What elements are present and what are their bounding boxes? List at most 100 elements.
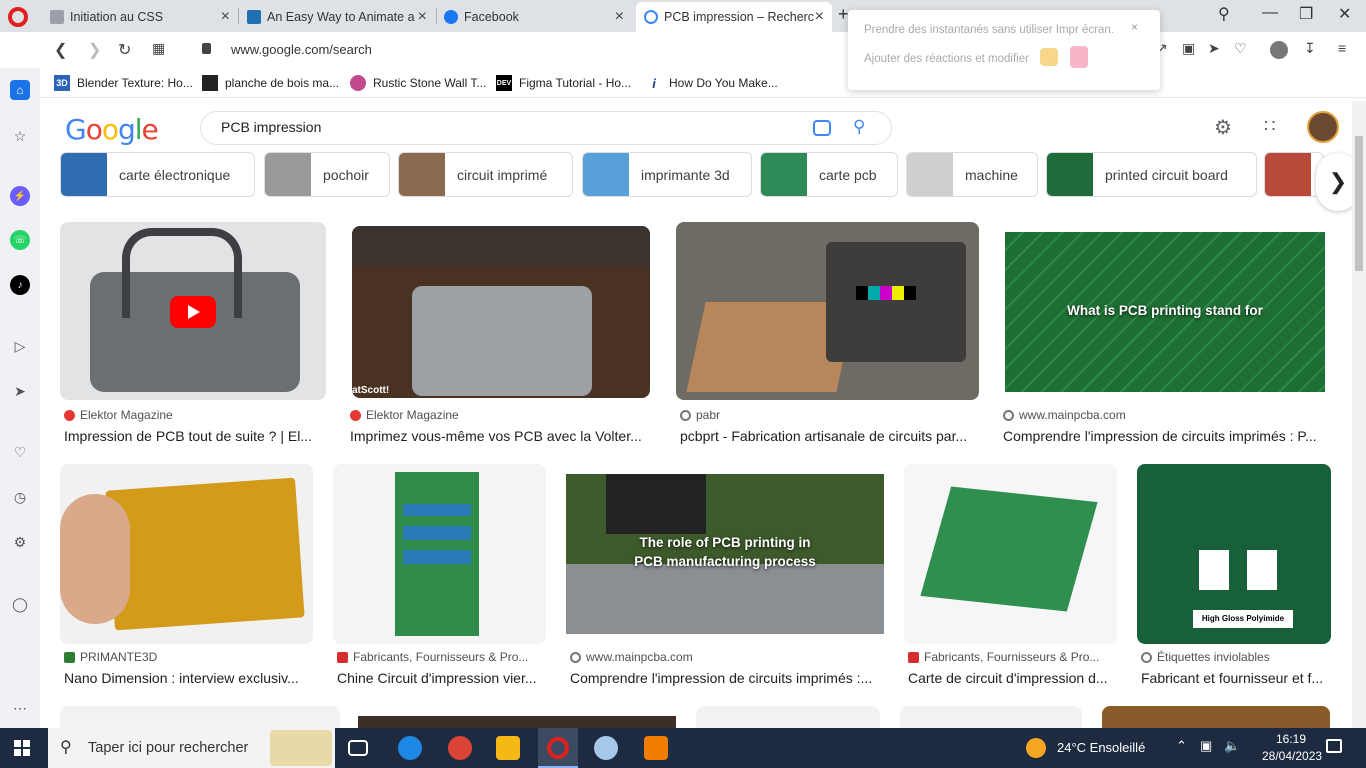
weather-text[interactable]: 24°C Ensoleillé bbox=[1057, 740, 1145, 755]
clock-time[interactable]: 16:19 bbox=[1276, 732, 1306, 746]
tabs-grid-icon[interactable]: ▦ bbox=[152, 40, 165, 57]
scrollbar-thumb[interactable] bbox=[1355, 136, 1363, 271]
tab-css[interactable]: Initiation au CSS × bbox=[42, 2, 238, 32]
result-image-partial[interactable] bbox=[1102, 706, 1330, 728]
chevron-up-icon[interactable]: ⌃ bbox=[1176, 738, 1187, 754]
lightbulb-icon[interactable]: ◯ bbox=[10, 594, 30, 614]
avatar[interactable] bbox=[1307, 111, 1339, 143]
clock-date[interactable]: 28/04/2023 bbox=[1262, 749, 1322, 763]
minimize-icon[interactable]: — bbox=[1262, 4, 1278, 22]
result-image[interactable] bbox=[60, 222, 326, 400]
close-window-icon[interactable]: ✕ bbox=[1338, 4, 1351, 24]
new-tab-button[interactable]: + bbox=[838, 4, 849, 25]
chrome-icon[interactable] bbox=[448, 736, 472, 760]
close-icon[interactable]: × bbox=[418, 8, 427, 26]
result-card[interactable]: Fabricants, Fournisseurs & Pro... Carte … bbox=[904, 464, 1117, 692]
taskbar-search[interactable]: ⚲ Taper ici pour rechercher bbox=[48, 728, 335, 768]
opera-logo-icon[interactable] bbox=[8, 7, 28, 27]
tab-facebook[interactable]: Facebook × bbox=[436, 2, 632, 32]
volume-icon[interactable]: 🔈 bbox=[1224, 738, 1240, 754]
send-icon[interactable]: ➤ bbox=[10, 381, 30, 401]
weather-sun-icon[interactable] bbox=[1026, 738, 1046, 758]
result-title[interactable]: Comprendre l'impression de circuits impr… bbox=[1003, 428, 1329, 444]
file-explorer-icon[interactable] bbox=[496, 736, 520, 760]
lens-icon[interactable] bbox=[813, 120, 831, 136]
bookmark-how[interactable]: i How Do You Make... bbox=[646, 75, 778, 91]
settings-icon[interactable]: ⚙ bbox=[10, 532, 30, 552]
back-icon[interactable]: ❮ bbox=[54, 40, 67, 60]
result-title[interactable]: Comprendre l'impression de circuits impr… bbox=[570, 670, 882, 686]
search-icon[interactable]: ⚲ bbox=[853, 117, 865, 137]
send-icon[interactable]: ➤ bbox=[1208, 40, 1220, 57]
result-card[interactable]: Elektor Magazine Impression de PCB tout … bbox=[60, 222, 326, 450]
notifications-icon[interactable] bbox=[1326, 739, 1342, 753]
whatsapp-icon[interactable]: ☏ bbox=[10, 230, 30, 250]
paint-icon[interactable] bbox=[594, 736, 618, 760]
maximize-icon[interactable]: ❐ bbox=[1299, 4, 1313, 24]
result-card[interactable]: Fabricants, Fournisseurs & Pro... Chine … bbox=[333, 464, 546, 692]
menu-icon[interactable]: ≡ bbox=[1338, 40, 1346, 56]
task-view-icon[interactable] bbox=[348, 740, 368, 756]
history-icon[interactable]: ◷ bbox=[10, 487, 30, 507]
edge-icon[interactable] bbox=[398, 736, 422, 760]
bookmark-figma[interactable]: DEV Figma Tutorial - Ho... bbox=[496, 75, 631, 91]
google-logo[interactable]: Google bbox=[65, 113, 159, 146]
result-image-partial[interactable] bbox=[696, 706, 880, 728]
settings-icon[interactable]: ⚙ bbox=[1214, 115, 1232, 140]
more-icon[interactable]: ⋯ bbox=[10, 698, 30, 718]
chip-partial[interactable] bbox=[1264, 152, 1324, 197]
close-icon[interactable]: × bbox=[221, 8, 230, 26]
result-image[interactable]: atScott! bbox=[352, 226, 650, 398]
result-card[interactable]: PRIMANTE3D Nano Dimension : interview ex… bbox=[60, 464, 313, 692]
lock-icon[interactable] bbox=[202, 43, 211, 54]
reload-icon[interactable]: ↻ bbox=[118, 40, 131, 60]
result-image[interactable]: High Gloss Polyimide bbox=[1137, 464, 1331, 644]
result-title[interactable]: Carte de circuit d'impression d... bbox=[908, 670, 1114, 686]
bookmark-blender[interactable]: 3D Blender Texture: Ho... bbox=[54, 75, 193, 91]
tab-animate[interactable]: An Easy Way to Animate a × bbox=[239, 2, 435, 32]
close-icon[interactable]: × bbox=[615, 8, 624, 26]
search-input[interactable] bbox=[221, 119, 781, 135]
download-icon[interactable]: ↧ bbox=[1304, 40, 1316, 57]
result-image-partial[interactable] bbox=[358, 716, 676, 728]
result-card[interactable]: atScott! Elektor Magazine Imprimez vous-… bbox=[346, 222, 652, 450]
chip-carte-pcb[interactable]: carte pcb bbox=[760, 152, 898, 197]
forward-icon[interactable]: ❯ bbox=[88, 40, 101, 60]
search-tabs-icon[interactable]: ⚲ bbox=[1218, 4, 1230, 24]
result-title[interactable]: Fabricant et fournisseur et f... bbox=[1141, 670, 1331, 686]
play-icon[interactable] bbox=[170, 296, 216, 328]
player-icon[interactable]: ▷ bbox=[10, 336, 30, 356]
result-title[interactable]: pcbprt - Fabrication artisanale de circu… bbox=[680, 428, 976, 444]
camera-icon[interactable]: ▣ bbox=[1182, 40, 1195, 57]
chip-imprimante-3d[interactable]: imprimante 3d bbox=[582, 152, 752, 197]
result-image[interactable] bbox=[60, 464, 313, 644]
result-image[interactable]: The role of PCB printing in PCB manufact… bbox=[566, 474, 884, 634]
star-icon[interactable]: ☆ bbox=[10, 126, 30, 146]
result-card[interactable]: High Gloss Polyimide Étiquettes inviolab… bbox=[1137, 464, 1331, 692]
result-title[interactable]: Impression de PCB tout de suite ? | El..… bbox=[64, 428, 320, 444]
result-card[interactable]: What is PCB printing stand for www.mainp… bbox=[999, 222, 1332, 450]
result-image[interactable] bbox=[333, 464, 546, 644]
sublime-icon[interactable] bbox=[644, 736, 668, 760]
tab-google[interactable]: PCB impression – Recherch × bbox=[636, 2, 832, 32]
tiktok-icon[interactable]: ♪ bbox=[10, 275, 30, 295]
close-icon[interactable]: × bbox=[815, 8, 824, 26]
result-image[interactable]: What is PCB printing stand for bbox=[1005, 232, 1325, 392]
result-image[interactable] bbox=[904, 464, 1117, 644]
home-icon[interactable]: ⌂ bbox=[10, 80, 30, 100]
close-icon[interactable]: × bbox=[1131, 22, 1138, 34]
heart-icon[interactable]: ♡ bbox=[1234, 40, 1247, 57]
chip-printed-circuit-board[interactable]: printed circuit board bbox=[1046, 152, 1257, 197]
windows-start-icon[interactable] bbox=[14, 740, 30, 756]
chip-pochoir[interactable]: pochoir bbox=[264, 152, 390, 197]
result-image-partial[interactable] bbox=[900, 706, 1082, 728]
result-image-partial[interactable] bbox=[60, 706, 340, 728]
result-card[interactable]: pabr pcbprt - Fabrication artisanale de … bbox=[676, 222, 979, 450]
bookmark-planche[interactable]: planche de bois ma... bbox=[202, 75, 339, 91]
result-title[interactable]: Nano Dimension : interview exclusiv... bbox=[64, 670, 310, 686]
bookmark-rustic[interactable]: Rustic Stone Wall T... bbox=[350, 75, 486, 91]
chip-machine[interactable]: machine bbox=[906, 152, 1038, 197]
profile-icon[interactable] bbox=[1270, 41, 1288, 59]
opera-taskbar-button[interactable] bbox=[538, 728, 578, 768]
result-card[interactable]: The role of PCB printing in PCB manufact… bbox=[566, 464, 884, 692]
